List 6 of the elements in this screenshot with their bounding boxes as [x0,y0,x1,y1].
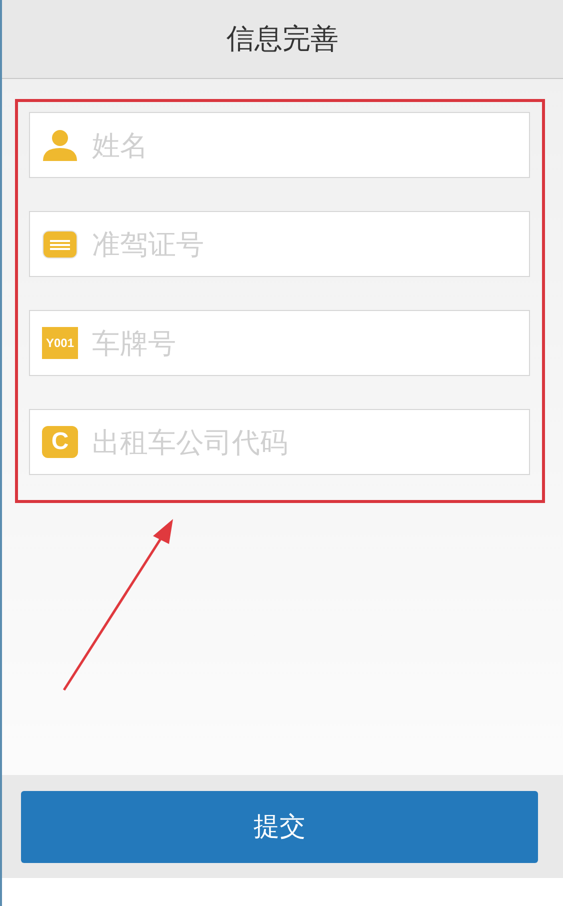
letter-icon: C [42,426,78,458]
page-title: 信息完善 [226,21,338,57]
card-icon [42,228,78,260]
person-icon [42,129,78,161]
license-plate-icon: Y001 [42,327,78,359]
submit-button[interactable]: 提交 [21,790,538,862]
